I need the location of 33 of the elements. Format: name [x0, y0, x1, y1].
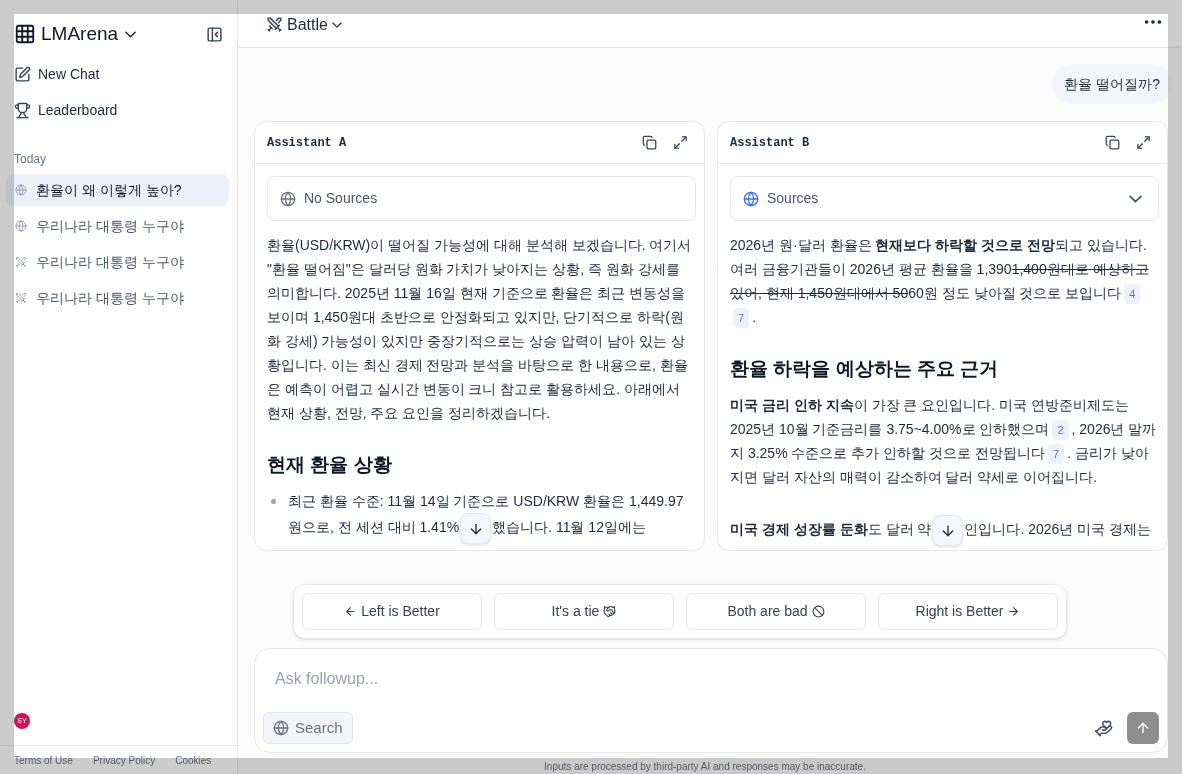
card-title: Assistant B — [730, 134, 810, 152]
followup-input[interactable]: Ask followup... — [275, 667, 1147, 691]
nav-item[interactable]: New Chat — [14, 56, 237, 92]
vote-button[interactable]: It's a tie — [494, 593, 674, 630]
chat-history-item[interactable]: 우리나라 대통령 누구야 — [6, 246, 229, 278]
brand-name[interactable]: LMArena — [41, 19, 119, 49]
sources-dropdown[interactable]: Sources — [730, 176, 1159, 221]
paragraph-text: 2026년 원·달러 환율은 현재보다 하락할 것으로 전망되고 있습니다. 여러 금융기관들이 2026년 평균 환율을 1,3901,400원대로 예상하고 있어, 현재 1,450원대에서 5060원 정도 낮아질 것으로 보입니다 4 7 . — [730, 233, 1159, 329]
vote-button[interactable]: Right is Better — [878, 593, 1058, 630]
list-item-text: 최근 환율 수준: 11월 14일 기준으로 USD/KRW 환율은 1,449.97원으로, 전 세션 대비 1.41% 했습니다. 11월 12일에는 — [288, 489, 696, 544]
chat-history-item[interactable]: 우리나라 대통령 누구야 — [6, 282, 229, 314]
citation-link[interactable]: 7 — [733, 308, 750, 328]
sources-dropdown[interactable]: No Sources — [267, 176, 696, 221]
nav-item[interactable]: Leaderboard — [14, 92, 237, 128]
section-heading: 환율 하락을 예상하는 주요 근거 — [730, 357, 1000, 381]
citation-link[interactable]: 2 — [1052, 420, 1069, 440]
citation-link[interactable]: 7 — [1048, 444, 1065, 464]
footer-link[interactable]: Cookies — [175, 752, 212, 768]
section-heading: 현재 환율 상황 — [267, 453, 393, 477]
paragraph-text: 미국 경제 성장률 둔화도 달러 약 인입니다. 2026년 미국 경제는 — [730, 515, 1159, 546]
footer-link[interactable]: Terms of Use — [14, 752, 73, 768]
chat-history-item[interactable]: 우리나라 대통령 누구야 — [6, 210, 229, 242]
disclaimer-text: Inputs are processed by third-party AI and responses may be inaccurate. — [543, 760, 867, 774]
footer-link[interactable]: Privacy Policy — [92, 752, 156, 768]
vote-button[interactable]: Left is Better — [302, 593, 482, 630]
search-button[interactable]: Search — [263, 712, 353, 744]
vote-button[interactable]: Both are bad — [686, 593, 866, 630]
mode-selector[interactable]: Battle — [266, 12, 342, 37]
citation-link[interactable]: 4 — [1124, 284, 1141, 304]
section-label: Today — [14, 151, 48, 168]
paragraph-text: 미국 금리 인하 지속이 가장 큰 요인입니다. 미국 연방준비제도는 2025년 10월 기준금리를 3.75~4.00%로 인하했으며 2 , 2026년 말까지 3.25% 수준으로 추가 인하할 것으로 전망됩니다 7 . 금리가 낮아지면 달러 자산의 매력이 감소하여 달러 약세로 이어집니다. — [730, 396, 1158, 487]
paragraph-text: 환율(USD/KRW)이 떨어질 가능성에 대해 분석해 보겠습니다. 여기서 "환율 떨어짐"은 달러당 원화 가치가 낮아지는 상황, 즉 원화 강세를 의미합니다. 2025년 11월 16일 현재 기준으로 환율은 최근 변동성을 보이며 1,450원대 초반으로 안정화되고 있지만, 단기적으로 하락(원화 강세) 가능성이 있지만 중장기적으로는 상승 압력이 남아 있는 상황입니다. 이는 최신 경제 전망과 분석을 바탕으로 한 내용으로, 환율은 예측이 어렵고 실시간 변동이 크니 참고로 활용하세요. 아래에서 현재 상황, 전망, 주요 요인을 정리하겠습니다. — [267, 236, 693, 423]
card-title: Assistant A — [267, 134, 347, 152]
